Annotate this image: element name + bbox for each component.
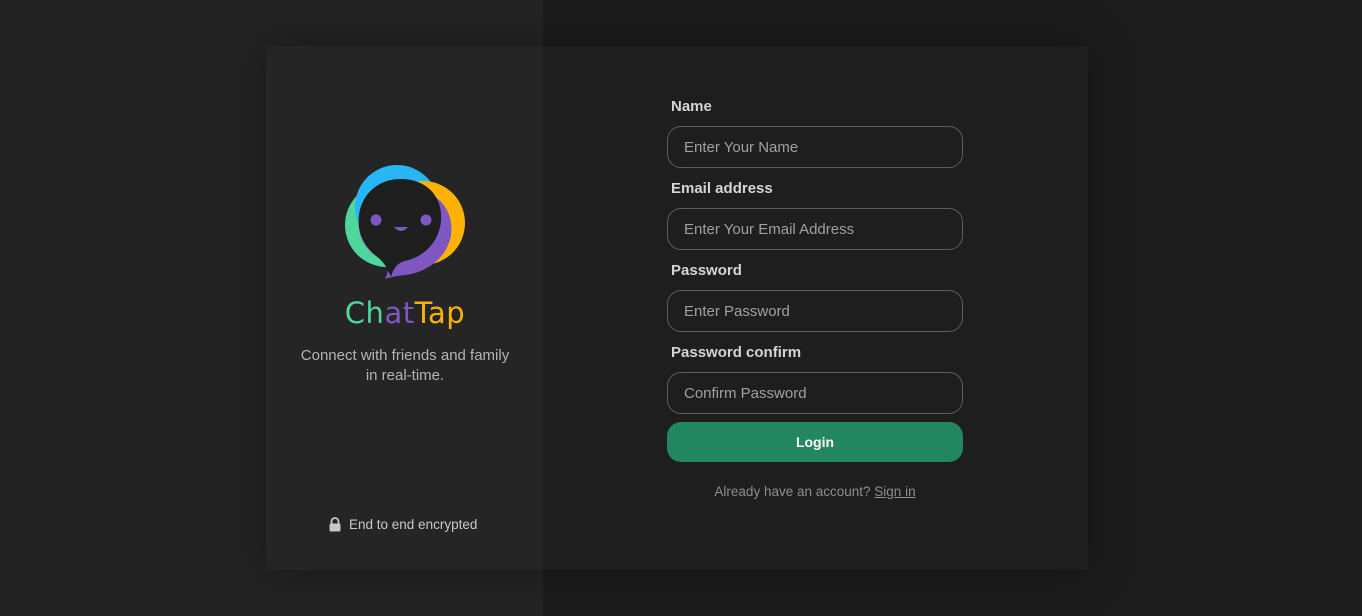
name-label: Name [671,98,712,115]
email-input[interactable] [667,208,963,250]
password-confirm-input[interactable] [667,372,963,414]
signin-link[interactable]: Sign in [874,484,915,499]
brand-name: ChatTap [305,296,505,330]
brand-name-part-3: Tap [414,296,466,330]
encryption-note: End to end encrypted [328,514,477,534]
brand-tagline: Connect with friends and family in real-… [300,347,510,384]
lock-icon [329,516,341,531]
brand-name-part-2: at [384,296,415,330]
signin-prompt: Already have an account? [714,484,871,499]
signin-row: Already have an account? Sign in [667,484,963,499]
login-button[interactable]: Login [667,422,963,462]
email-label: Email address [671,180,773,197]
password-input[interactable] [667,290,963,332]
password-label: Password [671,262,742,279]
password-confirm-label: Password confirm [671,344,802,361]
name-input[interactable] [667,126,963,168]
encryption-note-text: End to end encrypted [349,516,478,532]
chattap-logo-icon [345,165,465,279]
brand-name-part-1: Ch [344,296,385,330]
